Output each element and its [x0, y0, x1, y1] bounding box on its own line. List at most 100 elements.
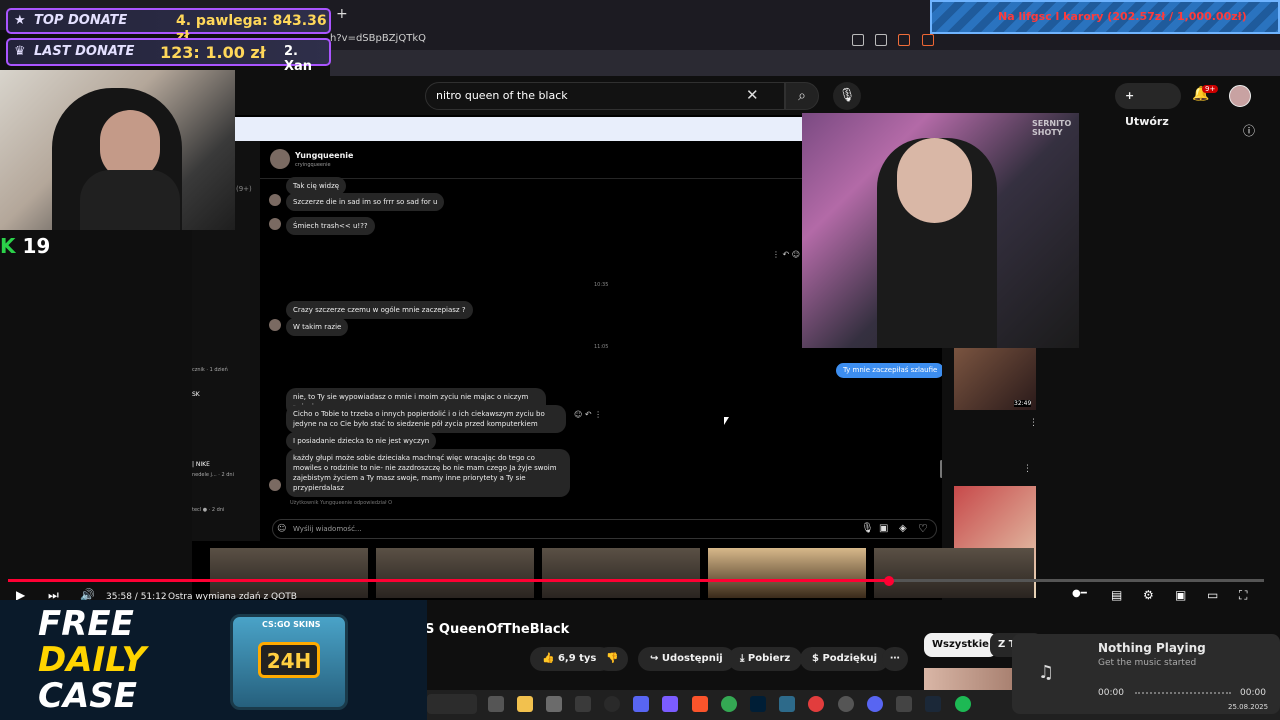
- discord-icon[interactable]: [867, 696, 883, 712]
- video-title: S QueenOfTheBlack: [425, 622, 570, 637]
- message-bubble: Śmiech trash<< u!??: [286, 217, 375, 235]
- dislike-button[interactable]: 👎: [596, 647, 629, 671]
- search-input[interactable]: nitro queen of the black ✕: [425, 82, 785, 110]
- now-playing-title: Nothing Playing: [1098, 641, 1206, 655]
- search-button[interactable]: ⌕: [785, 82, 819, 110]
- rewards-icon[interactable]: [922, 34, 934, 46]
- image-upload-icon[interactable]: ▣: [879, 523, 888, 534]
- task-view-icon[interactable]: [488, 696, 504, 712]
- side-item-4: nedele j... · 2 dni: [192, 472, 234, 478]
- contact-name[interactable]: Yungqueenie: [295, 151, 353, 160]
- create-button[interactable]: + Utwórz: [1115, 83, 1181, 128]
- taskbar-search[interactable]: [427, 694, 477, 714]
- streamer-facecam-right: SERNITO SHOTY: [802, 113, 1079, 348]
- streamer-facecam-left: [0, 70, 235, 230]
- share-icon[interactable]: [875, 34, 887, 46]
- contact-avatar-small: [269, 218, 281, 230]
- app-icon[interactable]: [808, 696, 824, 712]
- case-brand: CS:GO SKINS: [262, 620, 321, 629]
- app-icon[interactable]: [838, 696, 854, 712]
- url-text[interactable]: h?v=dSBpBZjQTkQ: [330, 33, 426, 44]
- sticker-icon[interactable]: ◈: [899, 523, 907, 534]
- app-icon[interactable]: [779, 696, 795, 712]
- contact-avatar: [270, 149, 290, 169]
- message-actions-icon[interactable]: ⋮ ↶ ☺: [772, 250, 800, 259]
- app-icon[interactable]: [633, 696, 649, 712]
- counter-widget: K 19: [0, 234, 50, 258]
- mouse-cursor-icon: [724, 417, 729, 425]
- filter-chip-all[interactable]: Wszystkie: [924, 633, 997, 657]
- emoji-icon[interactable]: ☺: [277, 524, 286, 534]
- thanks-icon: $: [812, 653, 823, 664]
- share-arrow-icon: ↪: [650, 653, 662, 664]
- thumbs-up-icon: 👍: [542, 653, 558, 664]
- voice-message-icon[interactable]: 🎙: [861, 523, 874, 534]
- counter-value: 19: [22, 234, 51, 258]
- share-label: Udostępnij: [661, 653, 723, 664]
- donation-goal-bar: Na lifgsc l karory (202.57zł / 1,000.00z…: [930, 0, 1280, 34]
- spotify-icon[interactable]: [955, 696, 971, 712]
- brave-shield-icon[interactable]: [898, 34, 910, 46]
- message-bubble: Szczerze die in sad im so frrr so sad fo…: [286, 193, 445, 211]
- more-options-icon[interactable]: ⋮: [1029, 418, 1038, 428]
- message-bubble: Cicho o Tobie to trzeba o innych popierd…: [286, 405, 566, 433]
- chrome-icon[interactable]: [721, 696, 737, 712]
- last-donate-panel: ♛ LAST DONATE 123: 1.00 zł 2. Xan: [6, 38, 331, 74]
- subtitles-icon[interactable]: ▤: [1111, 588, 1122, 602]
- bookmarks-bar: [330, 50, 1280, 76]
- related-thumbnail[interactable]: [924, 668, 1014, 690]
- top-donate-panel: ★ TOP DONATE 4. pawlega: 843.36 zł: [6, 8, 331, 45]
- now-playing-subtitle: Get the music started: [1098, 658, 1197, 668]
- like-heart-icon[interactable]: ♡: [918, 522, 928, 535]
- promo-line-1: FREE: [38, 604, 134, 644]
- music-time-end: 00:00: [1240, 688, 1266, 698]
- camera-icon[interactable]: [546, 696, 562, 712]
- timestamp: 10:35: [594, 282, 609, 288]
- dm-unread-badge: (9+): [236, 185, 252, 193]
- thanks-button[interactable]: $ Podziękuj: [800, 647, 890, 671]
- voice-search-button[interactable]: 🎙: [833, 82, 861, 110]
- more-horizontal-icon: ⋯: [890, 653, 900, 664]
- more-options-icon[interactable]: ⋮: [1023, 464, 1032, 474]
- message-bubble: W takim razie: [286, 318, 349, 336]
- file-explorer-icon[interactable]: [517, 696, 533, 712]
- react-reply-icon[interactable]: ☺ ↶ ⋮: [574, 410, 602, 419]
- compose-input[interactable]: ☺ Wyślij wiadomość... 🎙 ▣ ◈ ♡: [272, 519, 937, 539]
- music-progress[interactable]: [1135, 692, 1231, 694]
- brave-browser-icon[interactable]: [692, 696, 708, 712]
- like-count: 6,9 tys.: [557, 653, 601, 664]
- app-icon[interactable]: [575, 696, 591, 712]
- contact-handle: cryingqueenie: [295, 162, 331, 168]
- download-button[interactable]: ⤓ Pobierz: [728, 647, 803, 671]
- settings-gear-icon[interactable]: ⚙: [1143, 588, 1154, 602]
- account-avatar[interactable]: [1229, 85, 1251, 107]
- my-message-bubble: Ty mnie zaczepiłaś szlaufie: [836, 363, 945, 378]
- music-time-start: 00:00: [1098, 688, 1124, 698]
- photoshop-icon[interactable]: [750, 696, 766, 712]
- share-button[interactable]: ↪ Udostępnij: [638, 647, 735, 671]
- app-icon[interactable]: [896, 696, 912, 712]
- miniplayer-icon[interactable]: ▣: [1175, 588, 1186, 602]
- app-icon[interactable]: [662, 696, 678, 712]
- promo-line-3: CASE: [38, 676, 137, 716]
- dm-browser-bar: [234, 117, 802, 141]
- promo-line-2: DAILY: [38, 640, 147, 680]
- progress-fill: [8, 579, 890, 582]
- clear-search-icon[interactable]: ✕: [746, 86, 759, 104]
- last-donate-value: 123: 1.00 zł: [160, 43, 266, 62]
- more-actions-button[interactable]: ⋯: [882, 647, 908, 671]
- obs-icon[interactable]: [604, 696, 620, 712]
- info-icon[interactable]: ⓘ: [1243, 122, 1255, 139]
- message-bubble: I posiadanie dziecka to nie jest wyczyn: [286, 432, 437, 450]
- new-tab-button[interactable]: +: [336, 6, 348, 22]
- screen-icon[interactable]: [852, 34, 864, 46]
- duration-badge: 32:49: [1014, 400, 1032, 407]
- search-icon: ⌕: [798, 88, 806, 104]
- fullscreen-icon[interactable]: ⛶: [1239, 588, 1247, 603]
- steam-icon[interactable]: [925, 696, 941, 712]
- autoplay-toggle[interactable]: ●━: [1072, 588, 1087, 599]
- related-thumbnail[interactable]: 32:49: [954, 348, 1036, 410]
- theater-mode-icon[interactable]: ▭: [1207, 588, 1218, 602]
- search-input-value[interactable]: nitro queen of the black: [436, 89, 568, 102]
- notification-badge: 9+: [1202, 85, 1219, 93]
